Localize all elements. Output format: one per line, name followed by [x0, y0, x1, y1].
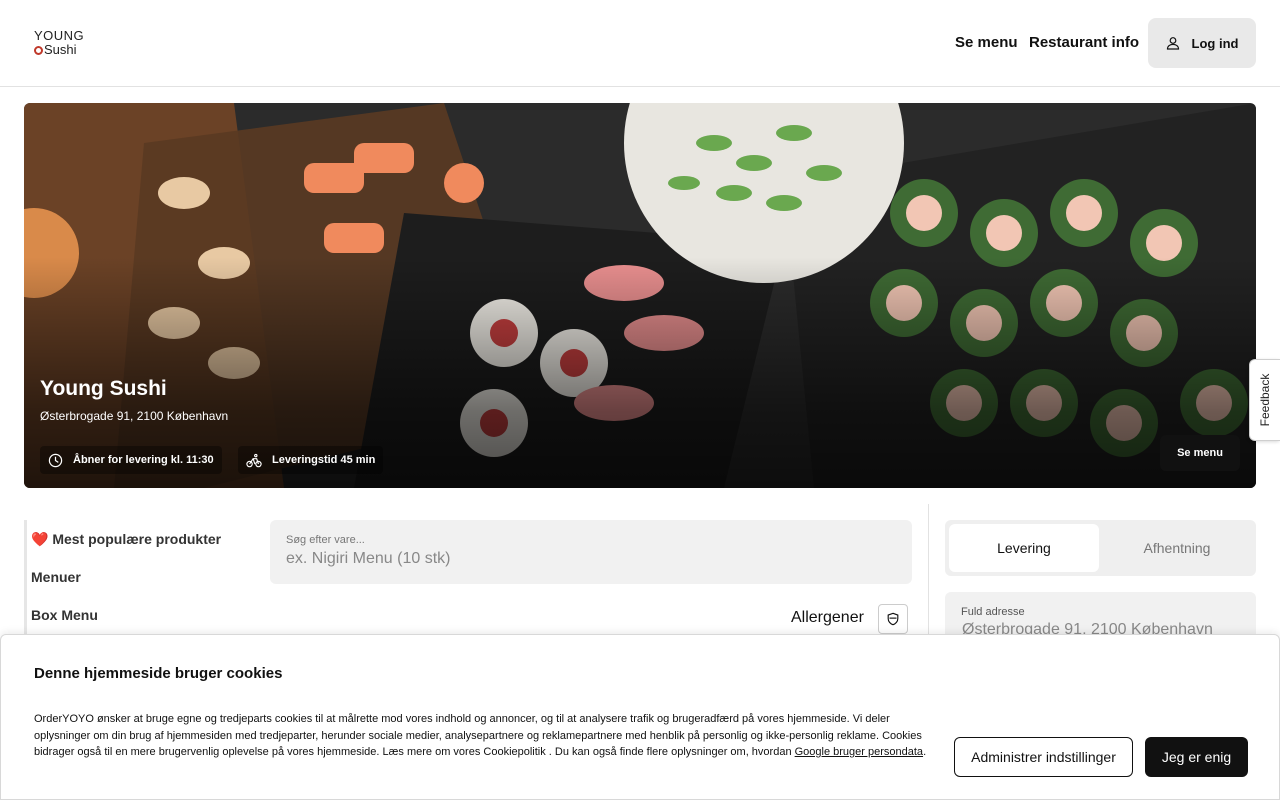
allergens-label: Allergener: [791, 609, 864, 626]
agree-button[interactable]: Jeg er enig: [1145, 737, 1248, 777]
cookie-title: Denne hjemmeside bruger cookies: [34, 665, 283, 682]
category-popular[interactable]: ❤️ Mest populære produkter: [31, 531, 221, 548]
search-input[interactable]: [286, 548, 886, 570]
header: YOUNG Sushi Se menu Restaurant info Log …: [0, 0, 1280, 87]
restaurant-name: Young Sushi: [40, 377, 167, 400]
cookie-text: OrderYOYO ønsker at bruge egne og tredje…: [34, 713, 927, 758]
opening-time-text: Åbner for levering kl. 11:30: [73, 454, 214, 466]
user-icon: [1166, 37, 1179, 50]
logo[interactable]: YOUNG Sushi: [34, 29, 94, 59]
logo-line1: YOUNG: [34, 28, 85, 43]
order-type-toggle: Levering Afhentning: [945, 520, 1256, 576]
hero-menu-button[interactable]: Se menu: [1160, 435, 1240, 471]
search-label: Søg efter vare...: [286, 534, 365, 546]
restaurant-address: Østerbrogade 91, 2100 København: [40, 409, 229, 423]
category-nav-rail: [24, 520, 27, 640]
tab-delivery[interactable]: Levering: [949, 524, 1099, 572]
clock-icon: [48, 453, 63, 467]
delivery-time-badge: Leveringstid 45 min: [238, 446, 384, 474]
bicycle-icon: [246, 453, 262, 467]
allergen-shield-icon: [887, 612, 899, 626]
category-menus[interactable]: Menuer: [31, 569, 81, 585]
logo-mark-icon: [34, 45, 43, 55]
delivery-time-text: Leveringstid 45 min: [272, 454, 376, 466]
address-label: Fuld adresse: [961, 606, 1025, 618]
feedback-label: Feedback: [1258, 373, 1272, 427]
category-box-menu[interactable]: Box Menu: [31, 607, 98, 623]
logo-line2: Sushi: [44, 42, 77, 57]
login-button[interactable]: Log ind: [1148, 18, 1256, 68]
feedback-tab[interactable]: Feedback: [1249, 359, 1280, 441]
google-data-link[interactable]: Google bruger persondata: [795, 746, 923, 758]
tab-pickup[interactable]: Afhentning: [1102, 524, 1252, 572]
manage-settings-button[interactable]: Administrer indstillinger: [954, 737, 1133, 777]
allergens-filter-button[interactable]: [878, 604, 908, 634]
cookie-banner: Denne hjemmeside bruger cookies OrderYOY…: [0, 634, 1280, 800]
opening-time-badge: Åbner for levering kl. 11:30: [40, 446, 222, 474]
hero-banner: Young Sushi Østerbrogade 91, 2100 Københ…: [24, 103, 1256, 488]
product-search: Søg efter vare...: [270, 520, 912, 584]
column-divider: [928, 504, 929, 644]
nav-restaurant-info-link[interactable]: Restaurant info: [1029, 34, 1139, 51]
nav-menu-link[interactable]: Se menu: [955, 34, 1018, 51]
login-label: Log ind: [1191, 35, 1239, 51]
